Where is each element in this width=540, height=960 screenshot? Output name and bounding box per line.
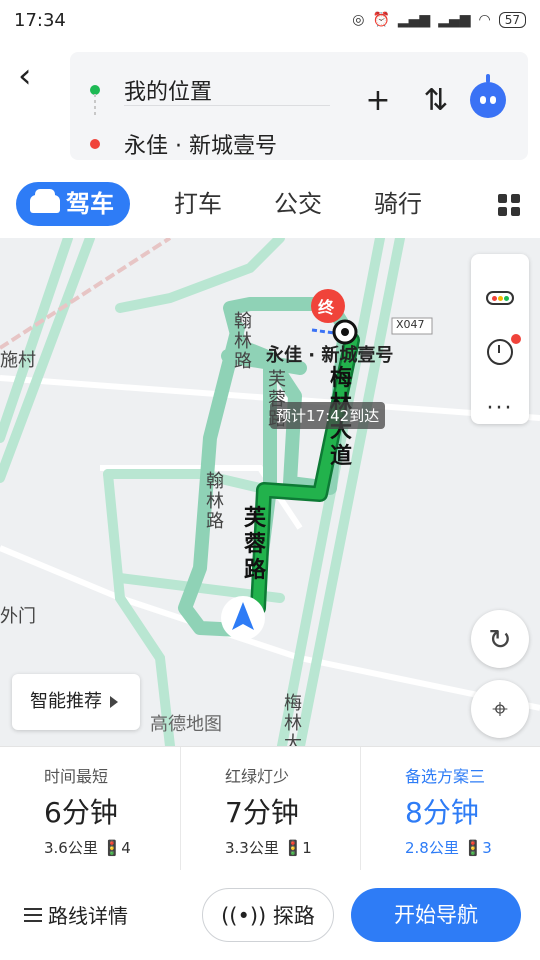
wifi-icon: ◠ [478, 12, 491, 28]
status-icons: ◎ ⏰ ▂▄▆ ▂▄▆ ◠ 57 [352, 12, 526, 28]
destination-row[interactable]: 永佳 · 新城壹号 [70, 122, 277, 166]
clock-icon [487, 339, 513, 365]
plan-time: 7分钟 [225, 796, 299, 829]
origin-text: 我的位置 [124, 80, 213, 105]
signal-icon: ▂▄▆ [397, 12, 431, 28]
map-view[interactable]: 翰林路 翰林路 芙蓉路 芙蓉路 梅林大道 梅林大 施村 外门 X047 终 永佳… [0, 238, 540, 746]
more-modes-grid-icon[interactable] [498, 194, 520, 216]
tab-bus[interactable]: 公交 [274, 182, 322, 226]
car-icon [30, 189, 60, 213]
nfc-icon: ◎ [352, 12, 365, 28]
smart-recommend-label: 智能推荐 [30, 691, 102, 712]
tab-drive[interactable]: 驾车 [16, 182, 130, 226]
plan-info: 3.3公里 🚦1 [225, 839, 312, 857]
clock: 17:34 [14, 9, 66, 31]
smart-recommend-button[interactable]: 智能推荐 [12, 674, 140, 730]
more-icon: ··· [486, 395, 514, 421]
radar-icon: ((•)) [221, 904, 273, 928]
route-detail-label: 路线详情 [48, 904, 128, 928]
more-options-button[interactable]: ··· [471, 380, 529, 436]
locate-button[interactable]: ⌖ [471, 680, 529, 738]
traffic-light-icon [486, 291, 514, 305]
map-watermark: 高德地图 [150, 714, 222, 735]
explore-route-button[interactable]: ((•)) 探路 [202, 888, 334, 942]
refresh-icon: ↻ [488, 622, 512, 656]
route-plans: 时间最短 6分钟 3.6公里 🚦4 红绿灯少 7分钟 3.3公里 🚦1 备选方案… [0, 746, 540, 872]
signal-icon-2: ▂▄▆ [438, 12, 471, 28]
locate-icon: ⌖ [492, 692, 508, 725]
destination-dot-icon [90, 139, 100, 149]
swap-icon[interactable]: ⇅ [416, 80, 456, 120]
plan-info: 3.6公里 🚦4 [44, 839, 131, 857]
destination-text: 永佳 · 新城壹号 [124, 134, 277, 159]
plan-option[interactable]: 红绿灯少 7分钟 3.3公里 🚦1 [180, 747, 361, 871]
alarm-icon: ⏰ [372, 12, 390, 28]
connector-dots [94, 94, 96, 118]
list-icon [24, 907, 42, 922]
eta-tag: 预计17:42到达 [270, 402, 386, 429]
place-label-village: 施村 [0, 350, 36, 371]
refresh-button[interactable]: ↻ [471, 610, 529, 668]
route-detail-button[interactable]: 路线详情 [24, 900, 128, 929]
status-bar: 17:34 ◎ ⏰ ▂▄▆ ▂▄▆ ◠ 57 [0, 0, 540, 40]
end-marker-label: 终 [318, 298, 335, 317]
plan-time: 8分钟 [405, 796, 479, 829]
destination-map-label: 永佳 · 新城壹号 [266, 345, 394, 366]
plan-title: 备选方案三 [405, 767, 486, 786]
tab-taxi[interactable]: 打车 [174, 182, 222, 226]
add-waypoint-icon[interactable]: + [358, 80, 398, 120]
battery-icon: 57 [498, 12, 526, 28]
map-roads [0, 238, 540, 746]
route-header: ‹ 我的位置 永佳 · 新城壹号 + ⇅ [0, 40, 540, 172]
route-input-box: 我的位置 永佳 · 新城壹号 + ⇅ [70, 52, 528, 160]
departure-time-button[interactable] [471, 324, 529, 380]
road-code-label: X047 [396, 318, 425, 331]
explore-label: 探路 [272, 904, 315, 928]
plan-time: 6分钟 [44, 796, 118, 829]
map-tool-panel: ··· [471, 254, 529, 424]
road-label-meilin-bottom: 梅林大 [284, 693, 302, 747]
route-label-furong: 芙蓉路 [244, 506, 267, 583]
traffic-toggle[interactable] [471, 270, 529, 326]
bottom-action-bar: 路线详情 ((•)) 探路 开始导航 [0, 870, 540, 960]
tab-bike[interactable]: 骑行 [374, 182, 422, 226]
road-label-hanlin-1: 翰林路 [234, 311, 252, 372]
play-arrow-icon [110, 696, 118, 708]
divider [124, 105, 330, 106]
place-label-gate: 外门 [0, 606, 36, 627]
notification-dot-icon [511, 334, 521, 344]
road-label-hanlin-2: 翰林路 [206, 471, 224, 532]
tab-label: 驾车 [66, 190, 114, 218]
plan-option-selected[interactable]: 备选方案三 8分钟 2.8公里 🚦3 [360, 747, 540, 871]
transport-tabs: 驾车 打车 公交 骑行 [0, 172, 540, 238]
back-button[interactable]: ‹ [18, 58, 50, 94]
plan-option[interactable]: 时间最短 6分钟 3.6公里 🚦4 [0, 747, 180, 871]
start-navigation-button[interactable]: 开始导航 [351, 888, 521, 942]
plan-title: 红绿灯少 [225, 767, 290, 786]
plan-title: 时间最短 [44, 767, 109, 786]
assistant-robot-icon[interactable] [470, 74, 506, 118]
plan-info: 2.8公里 🚦3 [405, 839, 492, 857]
